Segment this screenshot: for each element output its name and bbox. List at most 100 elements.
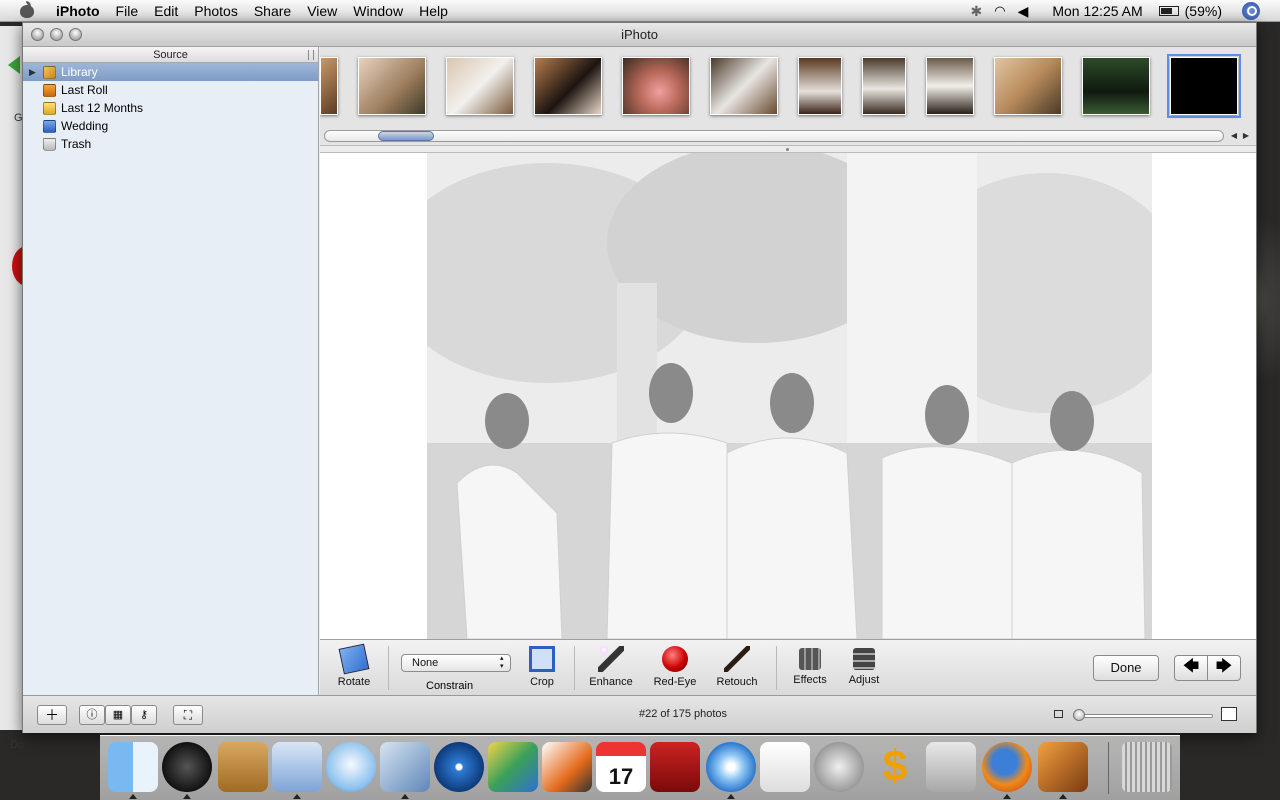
minimize-button[interactable] <box>50 28 63 41</box>
photo-thumbnail[interactable] <box>710 57 778 115</box>
menu-file[interactable]: File <box>108 3 147 19</box>
photo-thumbnail[interactable] <box>534 57 602 115</box>
menu-edit[interactable]: Edit <box>146 3 186 19</box>
photo-thumbnail[interactable] <box>320 57 338 115</box>
photo-thumbnail-selected[interactable] <box>1167 54 1241 118</box>
menu-view[interactable]: View <box>299 3 345 19</box>
dollar-app-icon[interactable]: $ <box>870 742 920 792</box>
menu-bar: iPhoto File Edit Photos Share View Windo… <box>0 0 1280 22</box>
source-header: Source <box>23 47 318 63</box>
roll-icon <box>43 83 56 97</box>
previous-photo-button[interactable]: 🡄 <box>1174 655 1208 681</box>
source-item-last-roll[interactable]: Last Roll <box>23 81 318 99</box>
rotate-button[interactable]: Rotate <box>334 643 374 688</box>
thumbnail-size-slider[interactable] <box>1073 714 1213 718</box>
photo-thumbnail[interactable] <box>926 57 974 115</box>
apple-menu-icon[interactable] <box>16 0 38 22</box>
disclosure-triangle-icon[interactable]: ▶ <box>29 67 39 78</box>
source-item-label: Trash <box>61 137 92 151</box>
scroll-left-arrow-icon[interactable]: ◀ <box>1228 130 1240 142</box>
keywords-button[interactable]: ⚷ <box>131 705 157 725</box>
firefox-icon[interactable] <box>982 742 1032 792</box>
strip-splitter[interactable] <box>320 145 1256 153</box>
wifi-icon[interactable]: ◠ <box>994 3 1005 19</box>
source-item-wedding[interactable]: Wedding <box>23 117 318 135</box>
source-item-trash[interactable]: Trash <box>23 135 318 153</box>
photo-thumbnail[interactable] <box>622 57 690 115</box>
menu-help[interactable]: Help <box>411 3 456 19</box>
textedit-icon[interactable] <box>760 742 810 792</box>
trash-icon <box>43 137 56 151</box>
bluetooth-icon[interactable]: ✱ <box>971 3 983 20</box>
thumbnail-size-slider-knob[interactable] <box>1073 709 1085 721</box>
edited-photo[interactable] <box>427 153 1152 639</box>
effects-button[interactable]: Effects <box>788 646 832 686</box>
info-button[interactable]: ⓘ <box>79 705 105 725</box>
ical-icon[interactable]: 17 <box>596 742 646 792</box>
scroll-right-arrow-icon[interactable]: ▶ <box>1240 130 1252 142</box>
crop-button[interactable]: Crop <box>522 646 562 688</box>
red-eye-button[interactable]: Red-Eye <box>648 646 702 688</box>
zoom-button[interactable] <box>69 28 82 41</box>
garageband-icon[interactable] <box>488 742 538 792</box>
messenger-icon[interactable] <box>542 742 592 792</box>
volume-icon[interactable]: ◀ <box>1018 3 1029 20</box>
menu-photos[interactable]: Photos <box>186 3 246 19</box>
add-album-button[interactable]: ＋ <box>37 705 67 725</box>
rotate-label: Rotate <box>337 676 371 688</box>
adjust-button[interactable]: Adjust <box>842 646 886 686</box>
calendar-button[interactable]: ▦ <box>105 705 131 725</box>
preview-icon[interactable] <box>814 742 864 792</box>
photo-thumbnail[interactable] <box>798 57 842 115</box>
photo-thumbnail[interactable] <box>1082 57 1150 115</box>
red-eye-icon <box>662 646 688 672</box>
album-icon <box>43 119 56 133</box>
source-item-label: Last Roll <box>61 83 108 97</box>
close-button[interactable] <box>31 28 44 41</box>
source-item-library[interactable]: ▶ Library <box>23 63 318 81</box>
source-item-label: Library <box>61 65 98 79</box>
source-pane: Source ▶ Library Last Roll Last 12 Month… <box>23 47 319 695</box>
menu-app-name[interactable]: iPhoto <box>52 3 108 19</box>
menu-clock[interactable]: Mon 12:25 AM <box>1052 3 1142 19</box>
full-screen-button[interactable]: ⛶ <box>173 705 203 725</box>
scrollbar-track[interactable] <box>324 130 1224 142</box>
photo-image <box>427 153 1152 639</box>
window-title: iPhoto <box>621 27 658 42</box>
enhance-button[interactable]: Enhance <box>586 646 636 688</box>
thumbnail-scrollbar[interactable]: ◀ ▶ <box>320 127 1256 145</box>
title-bar[interactable]: iPhoto <box>23 23 1256 47</box>
pane-resize-grip-icon[interactable] <box>308 50 314 60</box>
itunes-icon[interactable] <box>326 742 376 792</box>
finder-icon[interactable] <box>108 742 158 792</box>
photo-thumbnail[interactable] <box>446 57 514 115</box>
menu-window[interactable]: Window <box>345 3 411 19</box>
battery-percent: (59%) <box>1184 3 1222 19</box>
image-capture-icon[interactable] <box>1038 742 1088 792</box>
source-item-last-12-months[interactable]: Last 12 Months <box>23 99 318 117</box>
photo-booth-icon[interactable] <box>650 742 700 792</box>
idvd-icon[interactable] <box>434 742 484 792</box>
retouch-button[interactable]: Retouch <box>712 646 762 688</box>
battery-icon[interactable] <box>1158 6 1179 16</box>
dashboard-icon[interactable] <box>162 742 212 792</box>
edit-toolbar: Rotate None Constrain Crop Enhance Red-E… <box>320 639 1256 695</box>
calendar-icon <box>43 101 56 115</box>
safari-icon[interactable] <box>706 742 756 792</box>
address-book-icon[interactable] <box>218 742 268 792</box>
done-button[interactable]: Done <box>1093 655 1159 681</box>
photo-thumbnail[interactable] <box>994 57 1062 115</box>
next-photo-button[interactable]: 🡆 <box>1207 655 1241 681</box>
photo-thumbnail[interactable] <box>862 57 906 115</box>
adjust-label: Adjust <box>848 674 880 686</box>
trash-dock-icon[interactable] <box>1122 742 1172 792</box>
scrollbar-thumb[interactable] <box>378 131 434 141</box>
photo-thumbnail[interactable] <box>358 57 426 115</box>
iphoto-icon[interactable] <box>380 742 430 792</box>
mail-icon[interactable] <box>272 742 322 792</box>
calculator-icon[interactable] <box>926 742 976 792</box>
spotlight-icon[interactable] <box>1242 2 1260 20</box>
menu-share[interactable]: Share <box>246 3 299 19</box>
back-arrow-icon <box>8 56 20 74</box>
constrain-select[interactable]: None <box>401 654 511 672</box>
